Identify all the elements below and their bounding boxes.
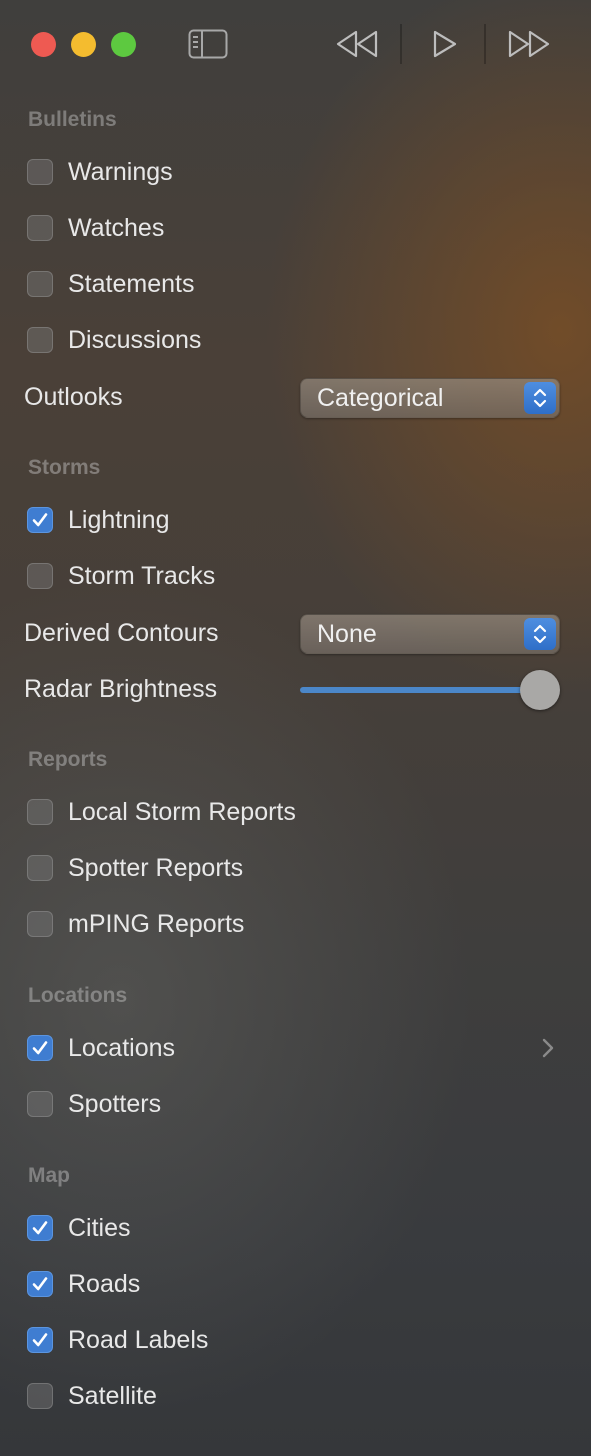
checkbox-row-watches[interactable]: Watches — [27, 213, 164, 243]
checkbox-label: Satellite — [68, 1382, 157, 1410]
checkbox-label: Statements — [68, 270, 195, 298]
sidebar-toggle-icon — [188, 29, 228, 59]
radar-brightness-slider-knob[interactable] — [520, 670, 560, 710]
radar-brightness-slider-track[interactable] — [300, 687, 540, 693]
chevron-right-icon — [542, 1038, 554, 1058]
cities-checkbox[interactable] — [27, 1215, 53, 1241]
locations-disclosure-button[interactable] — [538, 1036, 558, 1060]
derived-contours-popup[interactable]: None — [300, 614, 560, 654]
spotters-checkbox[interactable] — [27, 1091, 53, 1117]
checkbox-row-locations[interactable]: Locations — [27, 1033, 175, 1063]
spotter-reports-checkbox[interactable] — [27, 855, 53, 881]
checkbox-row-spotters[interactable]: Spotters — [27, 1089, 161, 1119]
checkmark-icon — [32, 1041, 48, 1055]
checkbox-label: Local Storm Reports — [68, 798, 296, 826]
checkbox-row-lightning[interactable]: Lightning — [27, 505, 169, 535]
checkbox-label: Spotter Reports — [68, 854, 244, 882]
close-button[interactable] — [31, 32, 56, 57]
checkbox-label: Storm Tracks — [68, 562, 216, 590]
checkbox-row-road-labels[interactable]: Road Labels — [27, 1325, 208, 1355]
fast-forward-button[interactable] — [502, 24, 556, 64]
fast-forward-icon — [508, 30, 550, 58]
section-header-locations: Locations — [28, 984, 128, 1007]
satellite-checkbox[interactable] — [27, 1383, 53, 1409]
zoom-button[interactable] — [111, 32, 136, 57]
warnings-checkbox[interactable] — [27, 159, 53, 185]
radar-brightness-label: Radar Brightness — [24, 675, 218, 703]
checkbox-label: Watches — [68, 214, 165, 242]
checkbox-label: Roads — [68, 1270, 141, 1298]
watches-checkbox[interactable] — [27, 215, 53, 241]
checkbox-label: Road Labels — [68, 1326, 209, 1354]
discussions-checkbox[interactable] — [27, 327, 53, 353]
section-header-bulletins: Bulletins — [28, 108, 117, 131]
checkbox-row-warnings[interactable]: Warnings — [27, 157, 173, 187]
checkbox-row-mping-reports[interactable]: mPING Reports — [27, 909, 244, 939]
local-storm-reports-checkbox[interactable] — [27, 799, 53, 825]
checkbox-row-satellite[interactable]: Satellite — [27, 1381, 157, 1411]
section-header-reports: Reports — [28, 748, 108, 771]
checkbox-label: Locations — [68, 1034, 176, 1062]
section-header-map: Map — [28, 1164, 70, 1187]
checkbox-row-local-storm-reports[interactable]: Local Storm Reports — [27, 797, 296, 827]
checkbox-row-storm-tracks[interactable]: Storm Tracks — [27, 561, 215, 591]
checkbox-row-roads[interactable]: Roads — [27, 1269, 140, 1299]
checkbox-row-discussions[interactable]: Discussions — [27, 325, 201, 355]
up-down-chevron-icon — [533, 388, 547, 408]
minimize-button[interactable] — [71, 32, 96, 57]
checkbox-row-spotter-reports[interactable]: Spotter Reports — [27, 853, 243, 883]
checkbox-label: Discussions — [68, 326, 202, 354]
checkmark-icon — [32, 1277, 48, 1291]
outlooks-value: Categorical — [317, 384, 444, 412]
derived-contours-value: None — [317, 620, 377, 648]
title-bar — [0, 0, 591, 88]
play-button[interactable] — [424, 24, 464, 64]
up-down-chevron-icon — [533, 624, 547, 644]
storm-tracks-checkbox[interactable] — [27, 563, 53, 589]
lightning-checkbox[interactable] — [27, 507, 53, 533]
checkbox-label: Spotters — [68, 1090, 162, 1118]
rewind-icon — [336, 30, 378, 58]
outlooks-popup[interactable]: Categorical — [300, 378, 560, 418]
checkmark-icon — [32, 513, 48, 527]
popup-stepper — [524, 618, 556, 650]
section-header-storms: Storms — [28, 456, 101, 479]
toolbar-separator — [400, 24, 402, 64]
checkbox-row-cities[interactable]: Cities — [27, 1213, 131, 1243]
toolbar-separator — [484, 24, 486, 64]
checkmark-icon — [32, 1333, 48, 1347]
sidebar-toggle-button[interactable] — [187, 27, 229, 61]
outlooks-label: Outlooks — [24, 383, 123, 411]
derived-contours-label: Derived Contours — [24, 619, 219, 647]
checkbox-label: Warnings — [68, 158, 173, 186]
statements-checkbox[interactable] — [27, 271, 53, 297]
rewind-button[interactable] — [330, 24, 384, 64]
popup-stepper — [524, 382, 556, 414]
road-labels-checkbox[interactable] — [27, 1327, 53, 1353]
play-icon — [433, 30, 457, 58]
roads-checkbox[interactable] — [27, 1271, 53, 1297]
locations-checkbox[interactable] — [27, 1035, 53, 1061]
checkbox-row-statements[interactable]: Statements — [27, 269, 194, 299]
mping-reports-checkbox[interactable] — [27, 911, 53, 937]
checkbox-label: mPING Reports — [68, 910, 245, 938]
checkmark-icon — [32, 1221, 48, 1235]
checkbox-label: Lightning — [68, 506, 170, 534]
checkbox-label: Cities — [68, 1214, 131, 1242]
